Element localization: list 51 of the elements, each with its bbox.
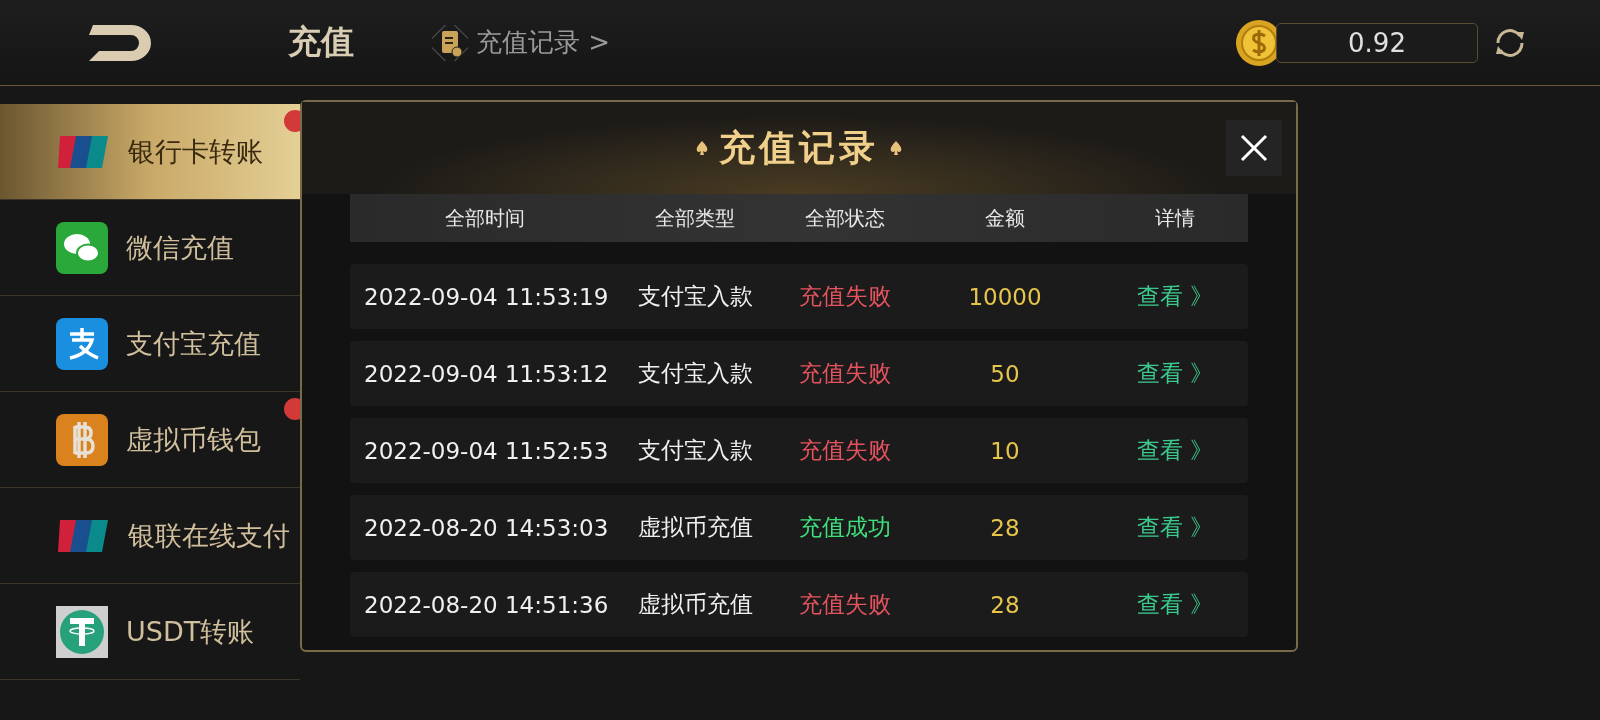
close-icon <box>1239 133 1269 163</box>
column-header[interactable]: 详情 <box>1155 204 1195 232</box>
column-header[interactable]: 全部类型 <box>655 204 735 232</box>
close-button[interactable] <box>1226 120 1282 176</box>
status-cell-text: 充值失败 <box>799 436 891 465</box>
back-icon <box>87 22 153 63</box>
status-cell-text: 充值失败 <box>799 282 891 311</box>
amount-cell: 10000 <box>968 283 1042 310</box>
type-cell-text: 支付宝入款 <box>637 436 753 465</box>
payment-method-tab[interactable]: 支付宝充值 <box>0 296 300 392</box>
bitcoin-icon <box>56 413 108 466</box>
payment-app-icon <box>56 317 108 370</box>
type-cell-text: 支付宝入款 <box>637 359 753 388</box>
bank-card-icon <box>56 517 110 554</box>
view-link[interactable]: 查看 》 <box>1136 360 1214 386</box>
amount-cell: 28 <box>990 591 1020 618</box>
view-link[interactable]: 查看 》 <box>1136 591 1214 617</box>
payment-method-tab[interactable]: USDT转账 <box>0 584 300 680</box>
clipboard-icon <box>432 24 468 61</box>
tether-icon <box>56 605 108 658</box>
column-header[interactable]: 金额 <box>985 204 1025 232</box>
spade-icon <box>695 140 709 156</box>
records-link[interactable]: 充值记录 > <box>432 24 611 61</box>
status-cell-text: 充值失败 <box>799 359 891 388</box>
type-cell-text: 虚拟币充值 <box>637 513 753 542</box>
status-cell-text: 充值失败 <box>799 590 891 619</box>
time-cell-text: 2022-09-04 11:52:53 <box>363 437 609 464</box>
amount-cell: 10 <box>990 437 1020 464</box>
bank-card-icon <box>56 133 110 170</box>
payment-method-tab[interactable]: 微信充值 <box>0 200 300 296</box>
payment-method-tab[interactable]: 银行卡转账 <box>0 104 300 200</box>
payment-method-tab[interactable]: 银联在线支付 <box>0 488 300 584</box>
amount-cell: 28 <box>990 514 1020 541</box>
page-title: 充值 <box>288 21 354 63</box>
type-cell-text: 支付宝入款 <box>637 282 753 311</box>
time-cell-text: 2022-08-20 14:51:36 <box>363 591 609 618</box>
column-header[interactable]: 全部时间 <box>445 204 525 232</box>
time-cell-text: 2022-09-04 11:53:19 <box>363 283 609 310</box>
spade-icon <box>889 140 903 156</box>
view-link[interactable]: 查看 》 <box>1136 437 1214 463</box>
status-cell-text: 充值成功 <box>799 513 891 542</box>
view-link[interactable]: 查看 》 <box>1136 283 1214 309</box>
chat-bubbles-icon <box>56 221 108 274</box>
dialog-title: 充值记录 <box>719 125 879 170</box>
amount-cell: 50 <box>990 360 1020 387</box>
time-cell-text: 2022-09-04 11:53:12 <box>363 360 609 387</box>
column-header[interactable]: 全部状态 <box>805 204 885 232</box>
balance-display: 0.92 <box>1276 22 1478 63</box>
view-link[interactable]: 查看 》 <box>1136 514 1214 540</box>
type-cell-text: 虚拟币充值 <box>637 590 753 619</box>
time-cell-text: 2022-08-20 14:53:03 <box>363 514 609 541</box>
